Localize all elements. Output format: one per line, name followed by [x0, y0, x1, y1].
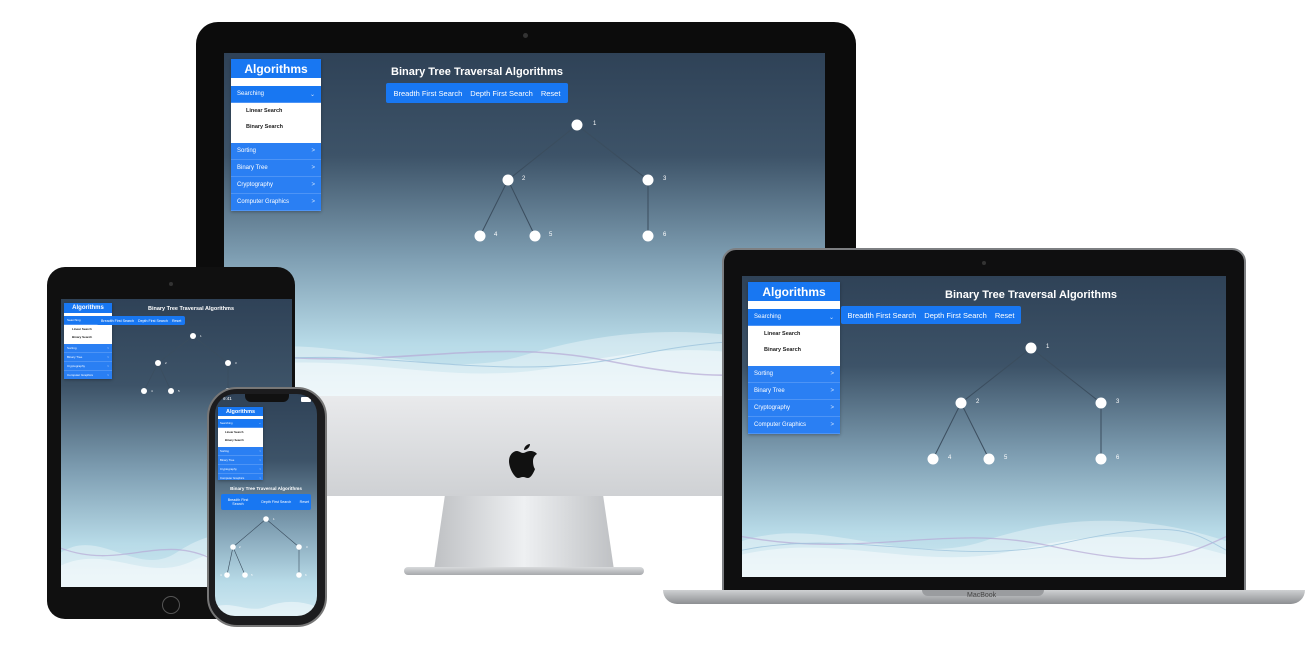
tree-node-label: 4 — [220, 573, 222, 577]
tree-node-label: 5 — [549, 232, 553, 238]
tree-node-label: 6 — [663, 232, 667, 238]
tree-edge — [479, 179, 509, 237]
tree-node-5 — [529, 230, 541, 242]
tree-edge — [232, 546, 246, 576]
tree-edge — [1030, 347, 1102, 404]
tree-node-label: 3 — [1116, 399, 1120, 405]
tree-node-label: 3 — [663, 176, 667, 182]
tree-node-4 — [224, 572, 230, 578]
tree-node-label: 4 — [494, 232, 498, 238]
tree-node-label: 3 — [306, 545, 308, 549]
binary-tree: 1 2 3 4 5 6 — [220, 516, 308, 578]
tree-edge — [143, 362, 159, 392]
tree-node-1 — [263, 516, 269, 522]
tree-node-5 — [168, 388, 174, 394]
tree-node-label: 5 — [1004, 455, 1008, 461]
ipad-camera — [169, 282, 173, 286]
tree-edge — [265, 518, 300, 548]
tree-node-6 — [296, 572, 302, 578]
tree-node-label: 2 — [976, 399, 980, 405]
tree-node-label: 1 — [1046, 344, 1050, 350]
imac-camera — [523, 33, 528, 38]
ipad-home-button — [162, 596, 180, 614]
imac-stand — [434, 496, 614, 570]
tree-edge — [192, 335, 229, 364]
tree-node-label: 6 — [305, 573, 307, 577]
tree-node-5 — [242, 572, 248, 578]
tree-node-2 — [155, 360, 161, 366]
tree-node-3 — [642, 174, 654, 186]
imac-foot — [404, 567, 644, 575]
tree-node-3 — [1095, 397, 1107, 409]
tree-edge — [232, 518, 267, 548]
tree-node-1 — [190, 333, 196, 339]
tree-edge — [507, 179, 536, 237]
tree-node-label: 5 — [251, 573, 253, 577]
tree-node-label: 4 — [151, 389, 153, 393]
tree-node-2 — [230, 544, 236, 550]
tree-edge — [960, 347, 1032, 404]
tree-edge — [157, 335, 194, 364]
tree-node-4 — [927, 453, 939, 465]
tree-node-1 — [1025, 342, 1037, 354]
tree-node-label: 3 — [235, 361, 237, 365]
tree-node-4 — [141, 388, 147, 394]
tree-node-4 — [474, 230, 486, 242]
phone-screen: 9:41 Algorithms Searching ⌄ Linear Search… — [215, 394, 317, 616]
tree-node-3 — [225, 360, 231, 366]
binary-tree: 1 2 3 4 5 6 — [927, 342, 1120, 465]
tree-node-label: 4 — [948, 455, 952, 461]
tree-node-2 — [955, 397, 967, 409]
tree-edge — [157, 362, 172, 392]
macbook-camera — [982, 261, 986, 265]
tree-node-label: 1 — [273, 517, 275, 521]
tree-node-label: 1 — [593, 121, 597, 127]
macbook-label: MacBook — [967, 592, 997, 599]
tree-edge — [932, 402, 962, 460]
macbook-screen: Algorithms Searching ⌄ Linear Search Bina… — [742, 276, 1226, 577]
tree-node-6 — [1095, 453, 1107, 465]
wave-decoration — [215, 602, 317, 616]
apple-logo-icon — [508, 440, 544, 480]
tree-node-label: 2 — [239, 545, 241, 549]
tree-node-6 — [642, 230, 654, 242]
tree-node-1 — [571, 119, 583, 131]
tree-node-label: 1 — [200, 334, 202, 338]
tree-node-5 — [983, 453, 995, 465]
tree-edge — [226, 546, 234, 576]
tree-node-label: 5 — [178, 389, 180, 393]
tree-node-3 — [296, 544, 302, 550]
tree-edge — [576, 124, 649, 181]
tree-node-label: 2 — [522, 176, 526, 182]
tree-edge — [507, 124, 578, 181]
tree-edge — [960, 402, 990, 460]
tree-node-label: 6 — [1116, 455, 1120, 461]
tree-node-label: 2 — [165, 361, 167, 365]
tree-node-2 — [502, 174, 514, 186]
